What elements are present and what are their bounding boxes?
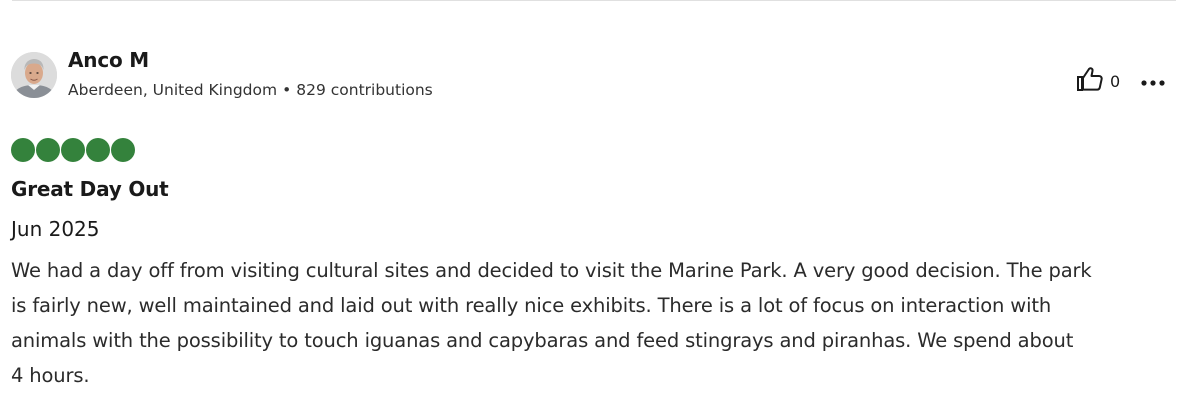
helpful-count: 0 xyxy=(1110,71,1121,91)
review-body-line: animals with the possibility to touch ig… xyxy=(11,329,1074,352)
meta-separator: • xyxy=(282,81,292,99)
rating-bubble-icon xyxy=(111,138,135,162)
review-body: We had a day off from visiting cultural … xyxy=(11,253,1191,393)
review-date: Jun 2025 xyxy=(11,217,100,241)
more-options-icon xyxy=(1140,72,1166,91)
rating-bubble-icon xyxy=(86,138,110,162)
divider xyxy=(12,0,1176,1)
avatar-image xyxy=(11,52,57,98)
thumbs-up-icon xyxy=(1076,66,1104,96)
more-options-button[interactable] xyxy=(1138,68,1168,94)
review-body-line: 4 hours. xyxy=(11,364,90,387)
reviewer-name[interactable]: Anco M xyxy=(68,48,149,72)
reviewer-location: Aberdeen, United Kingdom xyxy=(68,81,278,99)
rating-bubble-icon xyxy=(61,138,85,162)
review-title[interactable]: Great Day Out xyxy=(11,177,169,201)
review-body-line: We had a day off from visiting cultural … xyxy=(11,259,1092,282)
rating-bubble-icon xyxy=(11,138,35,162)
avatar[interactable] xyxy=(11,52,57,98)
rating-bubble-icon xyxy=(36,138,60,162)
rating-bubbles xyxy=(11,138,135,162)
reviewer-contributions: 829 contributions xyxy=(296,81,433,99)
review-card: Anco M Aberdeen, United Kingdom • 829 cont… xyxy=(0,0,1200,409)
helpful-vote-button[interactable]: 0 xyxy=(1076,67,1120,95)
review-body-line: is fairly new, well maintained and laid … xyxy=(11,294,1052,317)
reviewer-meta: Aberdeen, United Kingdom • 829 contributio… xyxy=(68,81,433,99)
